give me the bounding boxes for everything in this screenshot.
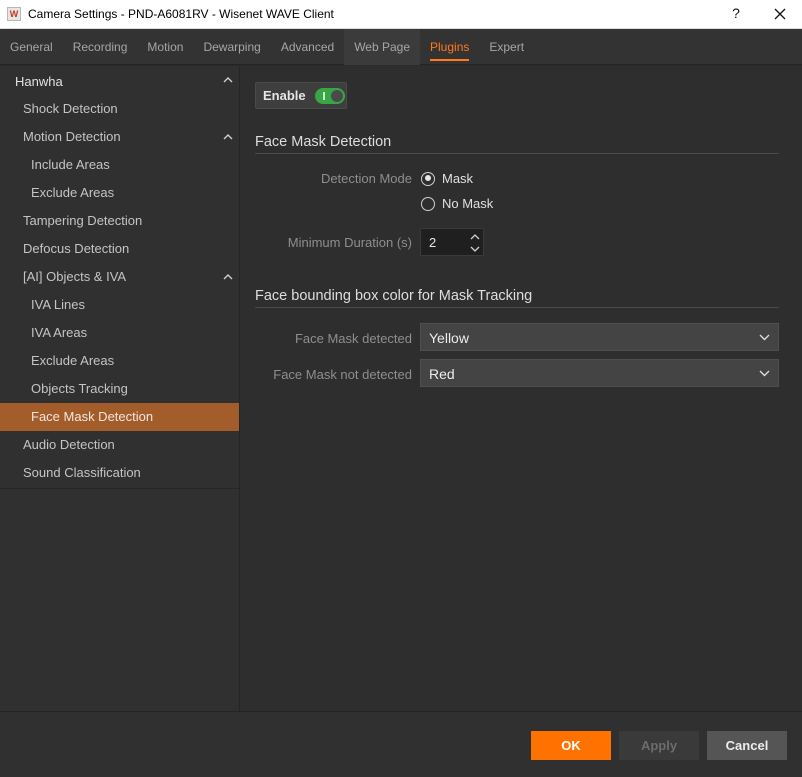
sidebar-item-label: Exclude Areas bbox=[31, 185, 115, 200]
tab-motion[interactable]: Motion bbox=[137, 29, 193, 65]
radio-circle-checked[interactable] bbox=[421, 171, 435, 186]
plugin-tree: Hanwha Shock Detection Motion Detection … bbox=[0, 66, 239, 489]
sidebar-item-label: Tampering Detection bbox=[23, 213, 143, 228]
sidebar-item-face-mask-detection[interactable]: Face Mask Detection bbox=[0, 403, 239, 431]
radio-label: Mask bbox=[442, 171, 474, 186]
sidebar-item-label: IVA Lines bbox=[31, 297, 85, 312]
sidebar-item-label: IVA Areas bbox=[31, 325, 88, 340]
ok-button[interactable]: OK bbox=[531, 731, 611, 760]
chevron-down-icon bbox=[759, 370, 770, 377]
mask-not-detected-label: Face Mask not detected bbox=[273, 367, 412, 382]
cancel-button[interactable]: Cancel bbox=[707, 731, 787, 760]
sidebar-item-label: [AI] Objects & IVA bbox=[23, 269, 127, 284]
chevron-up-icon[interactable] bbox=[223, 273, 233, 280]
toggle-on-mark bbox=[322, 91, 325, 100]
sidebar-item-label: Face Mask Detection bbox=[31, 409, 154, 424]
close-button[interactable] bbox=[770, 4, 790, 24]
dropdown-value: Yellow bbox=[429, 330, 469, 346]
sidebar-item-motion-detection[interactable]: Motion Detection bbox=[0, 123, 239, 151]
sidebar-item-label: Shock Detection bbox=[23, 101, 118, 116]
apply-button[interactable]: Apply bbox=[619, 731, 699, 760]
radio-circle[interactable] bbox=[421, 196, 435, 211]
app-logo-icon: W bbox=[7, 7, 21, 21]
sidebar-item-tampering-detection[interactable]: Tampering Detection bbox=[0, 207, 239, 235]
mask-detected-label: Face Mask detected bbox=[294, 331, 412, 346]
tab-advanced[interactable]: Advanced bbox=[271, 29, 344, 65]
toggle-knob bbox=[330, 89, 343, 102]
sidebar-item-label: Objects Tracking bbox=[31, 381, 128, 396]
radio-label: No Mask bbox=[442, 196, 494, 211]
sidebar-item-iva-lines[interactable]: IVA Lines bbox=[0, 291, 239, 319]
dialog-button-bar: OK Apply Cancel bbox=[0, 711, 802, 777]
section-title-face-mask: Face Mask Detection bbox=[255, 134, 779, 154]
min-duration-spinbox[interactable]: 2 bbox=[420, 228, 484, 256]
tab-web-page[interactable]: Web Page bbox=[344, 28, 421, 65]
tab-dewarping[interactable]: Dewarping bbox=[193, 29, 270, 65]
tab-recording[interactable]: Recording bbox=[63, 29, 138, 65]
section-title-bbox-color: Face bounding box color for Mask Trackin… bbox=[255, 288, 779, 308]
sidebar-item-exclude-areas-iva[interactable]: Exclude Areas bbox=[0, 347, 239, 375]
sidebar-item-exclude-areas-motion[interactable]: Exclude Areas bbox=[0, 179, 239, 207]
sidebar-item-ai-objects-iva[interactable]: [AI] Objects & IVA bbox=[0, 263, 239, 291]
min-duration-value[interactable]: 2 bbox=[429, 235, 436, 250]
mask-not-detected-dropdown[interactable]: Red bbox=[420, 359, 779, 387]
min-duration-label: Minimum Duration (s) bbox=[287, 235, 412, 250]
radio-mask[interactable]: Mask bbox=[421, 171, 473, 186]
enable-control[interactable]: Enable bbox=[255, 82, 347, 109]
spin-up-icon[interactable] bbox=[470, 233, 480, 241]
sidebar-item-include-areas[interactable]: Include Areas bbox=[0, 151, 239, 179]
chevron-down-icon bbox=[759, 334, 770, 341]
sidebar-item-label: Exclude Areas bbox=[31, 353, 115, 368]
tab-bar: General Recording Motion Dewarping Advan… bbox=[0, 28, 802, 65]
plugin-settings-panel: Enable Face Mask Detection Detection Mod… bbox=[240, 66, 802, 711]
sidebar-item-sound-classification[interactable]: Sound Classification bbox=[0, 459, 239, 487]
tab-plugins[interactable]: Plugins bbox=[420, 29, 479, 65]
sidebar-item-label: Motion Detection bbox=[23, 129, 121, 144]
sidebar-item-audio-detection[interactable]: Audio Detection bbox=[0, 431, 239, 459]
sidebar-item-label: Audio Detection bbox=[23, 437, 115, 452]
tab-expert[interactable]: Expert bbox=[479, 29, 534, 65]
radio-no-mask[interactable]: No Mask bbox=[421, 196, 493, 211]
enable-label: Enable bbox=[263, 88, 306, 103]
close-icon bbox=[774, 8, 786, 20]
enable-toggle[interactable] bbox=[314, 87, 345, 104]
plugin-sidebar: Hanwha Shock Detection Motion Detection … bbox=[0, 66, 240, 711]
window-title: Camera Settings - PND-A6081RV - Wisenet … bbox=[28, 7, 334, 21]
sidebar-item-label: Defocus Detection bbox=[23, 241, 130, 256]
mask-detected-dropdown[interactable]: Yellow bbox=[420, 323, 779, 351]
dropdown-value: Red bbox=[429, 366, 455, 382]
sidebar-item-defocus-detection[interactable]: Defocus Detection bbox=[0, 235, 239, 263]
help-button[interactable]: ? bbox=[728, 5, 744, 23]
sidebar-item-label: Include Areas bbox=[31, 157, 110, 172]
sidebar-item-objects-tracking[interactable]: Objects Tracking bbox=[0, 375, 239, 403]
app-logo-letter: W bbox=[9, 8, 19, 19]
sidebar-item-label: Sound Classification bbox=[23, 465, 141, 480]
sidebar-item-hanwha[interactable]: Hanwha bbox=[0, 66, 239, 95]
tab-general[interactable]: General bbox=[0, 29, 63, 65]
detection-mode-label: Detection Mode bbox=[320, 171, 412, 186]
spin-down-icon[interactable] bbox=[470, 245, 480, 253]
sidebar-item-shock-detection[interactable]: Shock Detection bbox=[0, 95, 239, 123]
sidebar-item-label: Hanwha bbox=[15, 74, 63, 89]
chevron-up-icon[interactable] bbox=[223, 133, 233, 140]
chevron-up-icon[interactable] bbox=[223, 76, 233, 83]
title-bar: W Camera Settings - PND-A6081RV - Wisene… bbox=[0, 0, 802, 29]
sidebar-item-iva-areas[interactable]: IVA Areas bbox=[0, 319, 239, 347]
